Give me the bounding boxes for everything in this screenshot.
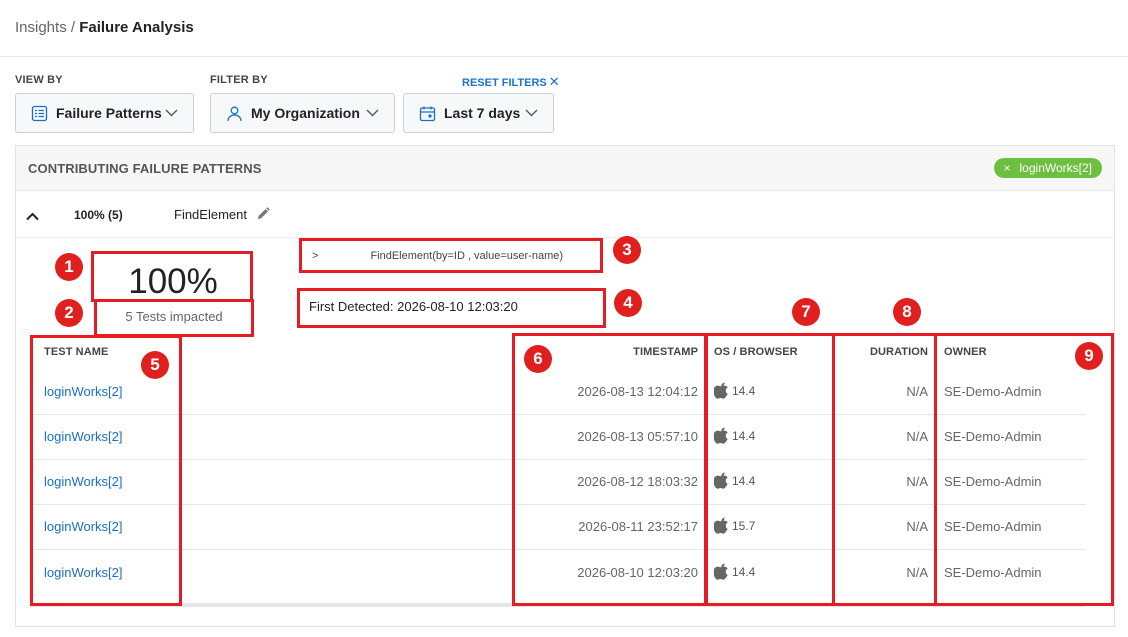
owner-cell: SE-Demo-Admin [944,519,1042,534]
test-name-link[interactable]: loginWorks[2] [44,519,123,534]
test-name-link[interactable]: loginWorks[2] [44,474,123,489]
os-cell: 14.4 [714,563,755,580]
col-os-browser[interactable]: OS / BROWSER [714,346,798,358]
pattern-name: FindElement [174,207,247,222]
breadcrumb-current: Failure Analysis [79,19,194,36]
chevron-down-icon [165,109,178,117]
duration-cell: N/A [906,519,928,534]
duration-cell: N/A [906,429,928,444]
remove-tag-icon[interactable]: × [1004,161,1011,175]
signature-text: FindElement(by=ID , value=user-name) [370,250,564,262]
apple-icon [714,427,729,444]
page-header: Insights / Failure Analysis [0,0,1128,57]
os-cell: 14.4 [714,427,755,444]
panel-title: CONTRIBUTING FAILURE PATTERNS [28,161,262,176]
apple-icon [714,517,729,534]
first-detected: First Detected: 2026-08-10 12:03:20 [309,299,518,314]
test-name-link[interactable]: loginWorks[2] [44,565,123,580]
timestamp-cell: 2026-08-12 18:03:32 [577,474,698,489]
apple-icon [714,382,729,399]
breadcrumb: Insights / Failure Analysis [15,19,194,36]
annotation-badge: 1 [55,253,83,281]
pattern-list-icon [31,105,48,122]
annotation-badge: 3 [613,236,641,264]
expand-signature-icon: > [312,250,319,262]
pattern-percent-count: 100% (5) [74,208,123,222]
os-cell: 14.4 [714,472,755,489]
pattern-row-header[interactable]: 100% (5) FindElement [16,191,1114,238]
annotation-badge: 6 [524,345,552,373]
chevron-down-icon [366,109,379,117]
duration-cell: N/A [906,565,928,580]
row-divider [30,414,1086,415]
owner-cell: SE-Demo-Admin [944,565,1042,580]
annotation-badge: 7 [792,298,820,326]
col-owner[interactable]: OWNER [944,346,987,358]
breadcrumb-insights[interactable]: Insights [15,19,67,36]
annotation-badge: 2 [55,299,83,327]
panel-header: CONTRIBUTING FAILURE PATTERNS × loginWor… [16,146,1114,191]
annotation-badge: 5 [141,351,169,379]
horizontal-scrollbar[interactable] [30,603,1086,607]
tests-impacted: 5 Tests impacted [125,309,223,324]
row-divider [30,459,1086,460]
filter-tag-label: loginWorks[2] [1019,161,1092,175]
annotation-badge: 8 [893,298,921,326]
timestamp-cell: 2026-08-10 12:03:20 [577,565,698,580]
test-name-link[interactable]: loginWorks[2] [44,384,123,399]
row-divider [30,549,1086,550]
os-cell: 14.4 [714,382,755,399]
owner-cell: SE-Demo-Admin [944,474,1042,489]
chevron-down-icon [525,109,538,117]
view-by-label: VIEW BY [15,74,63,86]
timestamp-cell: 2026-08-13 12:04:12 [577,384,698,399]
filter-by-label: FILTER BY [210,74,268,86]
col-duration[interactable]: DURATION [838,346,928,358]
chevron-up-icon[interactable] [26,208,39,226]
os-version: 14.4 [732,473,756,488]
os-version: 14.4 [732,383,756,398]
row-divider [30,504,1086,505]
os-version: 15.7 [732,518,756,533]
duration-cell: N/A [906,474,928,489]
test-name-link[interactable]: loginWorks[2] [44,429,123,444]
owner-cell: SE-Demo-Admin [944,384,1042,399]
duration-cell: N/A [906,384,928,399]
timestamp-cell: 2026-08-13 05:57:10 [577,429,698,444]
user-icon [226,105,243,122]
filter-tag[interactable]: × loginWorks[2] [993,158,1102,178]
big-percent: 100% [128,262,218,301]
failure-signature[interactable]: > FindElement(by=ID , value=user-name) [312,250,563,262]
apple-icon [714,563,729,580]
col-test-name[interactable]: TEST NAME [44,346,108,358]
reset-filters-button[interactable]: RESET FILTERS ✕ [462,74,560,90]
breadcrumb-separator: / [66,19,80,36]
apple-icon [714,472,729,489]
annotation-badge: 9 [1075,342,1103,370]
close-icon: ✕ [548,74,560,89]
os-version: 14.4 [732,428,756,443]
date-range-dropdown[interactable]: Last 7 days [403,93,554,133]
view-by-dropdown[interactable]: Failure Patterns [15,93,194,133]
organization-dropdown[interactable]: My Organization [210,93,395,133]
timestamp-cell: 2026-08-11 23:52:17 [578,519,698,534]
owner-cell: SE-Demo-Admin [944,429,1042,444]
reset-filters-label: RESET FILTERS [462,77,547,89]
calendar-icon [419,105,436,122]
view-by-value: Failure Patterns [56,105,162,121]
os-version: 14.4 [732,564,756,579]
organization-value: My Organization [251,105,360,121]
pencil-icon[interactable] [256,207,270,226]
annotation-badge: 4 [614,289,642,317]
os-cell: 15.7 [714,517,755,534]
date-range-value: Last 7 days [444,105,521,121]
